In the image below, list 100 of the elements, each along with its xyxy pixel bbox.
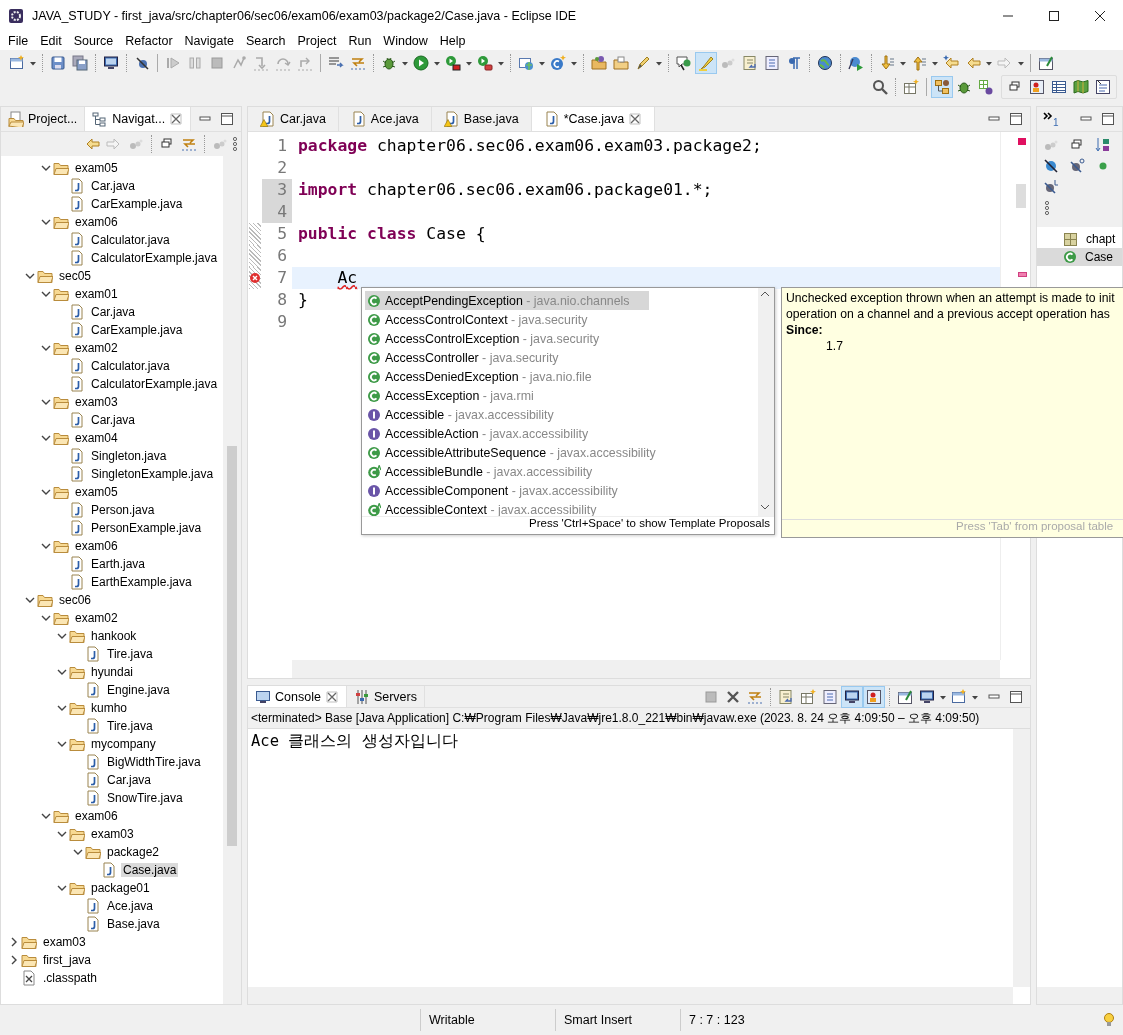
- caret-icon[interactable]: [465, 59, 473, 67]
- menu-item[interactable]: Source: [67, 33, 120, 48]
- tree-item[interactable]: CalculatorExample.java: [89, 251, 220, 265]
- table-icon[interactable]: [1051, 79, 1067, 95]
- error-marker[interactable]: [1018, 272, 1027, 277]
- menu-item[interactable]: Navigate: [178, 33, 240, 48]
- tree-item[interactable]: exam03: [89, 827, 136, 841]
- tree-item[interactable]: exam05: [73, 161, 120, 175]
- table-star-icon[interactable]: [903, 79, 919, 95]
- tree-item[interactable]: Calculator.java: [89, 359, 172, 373]
- tree-item[interactable]: sec06: [57, 593, 94, 607]
- scrollbar[interactable]: [1016, 184, 1026, 208]
- pin-window-icon[interactable]: [1038, 55, 1054, 71]
- globe-icon[interactable]: [817, 55, 833, 71]
- block-list-icon[interactable]: [822, 688, 838, 705]
- tree-item[interactable]: kumho: [89, 701, 130, 715]
- maximize-icon[interactable]: [1008, 111, 1024, 127]
- tree-item[interactable]: exam02: [73, 611, 120, 625]
- java-file-icon[interactable]: [543, 111, 560, 127]
- tooltip-icon[interactable]: [676, 55, 692, 71]
- tree-item[interactable]: exam06: [73, 215, 120, 229]
- caret-icon[interactable]: [985, 59, 993, 67]
- tree-item[interactable]: exam03: [41, 935, 88, 949]
- scrollbar[interactable]: [758, 288, 774, 516]
- tree-item[interactable]: mycompany: [89, 737, 158, 751]
- caret-icon[interactable]: [401, 59, 409, 67]
- scrollbar[interactable]: [1013, 729, 1030, 987]
- tree-item[interactable]: package01: [89, 881, 152, 895]
- tree-item[interactable]: Car.java: [89, 305, 138, 319]
- tree-item[interactable]: Base.java: [105, 917, 162, 931]
- tree-item[interactable]: Ace.java: [105, 899, 156, 913]
- tree-item[interactable]: exam06: [73, 539, 120, 553]
- monitor-icon[interactable]: [103, 55, 119, 71]
- highlighter-icon[interactable]: [698, 55, 714, 71]
- panel-tab[interactable]: Navigat...: [85, 107, 192, 131]
- proposal-item[interactable]: AccessibleComponent - javax.accessibility: [365, 481, 649, 500]
- new-window-icon[interactable]: [951, 688, 967, 705]
- tree-item[interactable]: Car.java: [105, 773, 154, 787]
- tree-list-icon[interactable]: [92, 111, 109, 127]
- monitor-icon[interactable]: [919, 688, 935, 705]
- tree-item[interactable]: CarExample.java: [89, 197, 185, 211]
- proposal-item[interactable]: AccessControlException - java.security: [365, 329, 649, 348]
- maximize-icon[interactable]: [1100, 111, 1116, 127]
- globe-run-icon[interactable]: [848, 55, 864, 71]
- hide-static-icon[interactable]: [1069, 158, 1085, 174]
- tree-item[interactable]: Calculator.java: [89, 233, 172, 247]
- arrow-left-icon[interactable]: [84, 136, 100, 152]
- tree-item[interactable]: .classpath: [41, 971, 100, 985]
- run-icon[interactable]: [413, 55, 429, 71]
- step-filter-icon[interactable]: [350, 55, 366, 71]
- pen-icon[interactable]: [635, 55, 651, 71]
- tree-item[interactable]: exam03: [73, 395, 120, 409]
- hierarchy-icon[interactable]: [934, 79, 950, 95]
- lightbulb-icon[interactable]: [1101, 1012, 1117, 1028]
- java-file-warning-icon[interactable]: [260, 111, 276, 127]
- person-card-icon[interactable]: [866, 688, 882, 705]
- tree-item[interactable]: CarExample.java: [89, 323, 185, 337]
- tree-item[interactable]: exam01: [73, 287, 120, 301]
- bug-perspective-icon[interactable]: [956, 79, 972, 95]
- editor-tab[interactable]: Base.java: [431, 107, 532, 131]
- proposal-item[interactable]: Accessible - javax.accessibility: [365, 405, 649, 424]
- hidden-views-count[interactable]: 1: [1053, 117, 1059, 128]
- editor-tab[interactable]: *Case.java: [531, 107, 656, 131]
- tree-item[interactable]: exam02: [73, 341, 120, 355]
- proposal-item[interactable]: AccessibleContext - javax.accessibility: [365, 500, 649, 516]
- tree-item[interactable]: hyundai: [89, 665, 136, 679]
- new-class-icon[interactable]: [550, 55, 566, 71]
- folder-icon[interactable]: [613, 55, 629, 71]
- tree-item[interactable]: SnowTire.java: [105, 791, 185, 805]
- tree-item[interactable]: Car.java: [89, 413, 138, 427]
- sliders-icon[interactable]: [353, 688, 370, 705]
- tree-item[interactable]: PersonExample.java: [89, 521, 204, 535]
- tree-item[interactable]: Car.java: [89, 179, 138, 193]
- proposal-item[interactable]: AcceptPendingException - java.nio.channels: [365, 291, 649, 310]
- proposal-item[interactable]: AccessibleAttributeSequence - javax.accessibility: [365, 443, 658, 462]
- pilcrow-icon[interactable]: [786, 55, 802, 71]
- open-folder-icon[interactable]: [591, 55, 607, 71]
- proposal-item[interactable]: AccessibleAction - javax.accessibility: [365, 424, 649, 443]
- menu-item[interactable]: Help: [433, 33, 472, 48]
- proposal-item[interactable]: AccessException - java.rmi: [365, 386, 649, 405]
- tree-item[interactable]: Singleton.java: [89, 449, 169, 463]
- new-window-icon[interactable]: [9, 55, 25, 71]
- table-star-icon[interactable]: [800, 688, 816, 705]
- proposal-item[interactable]: AccessControlContext - java.security: [365, 310, 649, 329]
- java-file-icon[interactable]: [350, 111, 367, 127]
- tree-item[interactable]: hankook: [89, 629, 139, 643]
- menu-item[interactable]: Search: [239, 33, 292, 48]
- panel-tab[interactable]: Project...: [1, 107, 86, 131]
- tree-item[interactable]: SingletonExample.java: [89, 467, 216, 481]
- tree-item[interactable]: exam04: [73, 431, 120, 445]
- view-menu-icon[interactable]: [1043, 200, 1051, 216]
- run-stop-icon[interactable]: [445, 55, 461, 71]
- maximize-icon[interactable]: [219, 111, 236, 127]
- sort-icon[interactable]: [1095, 137, 1111, 153]
- tree-item[interactable]: sec05: [57, 269, 94, 283]
- monitor-icon[interactable]: [844, 688, 860, 705]
- scrollbar[interactable]: [223, 156, 241, 1004]
- tree-item[interactable]: exam06: [73, 809, 120, 823]
- hide-local-icon[interactable]: [1043, 179, 1059, 195]
- maximize-icon[interactable]: [1008, 688, 1024, 705]
